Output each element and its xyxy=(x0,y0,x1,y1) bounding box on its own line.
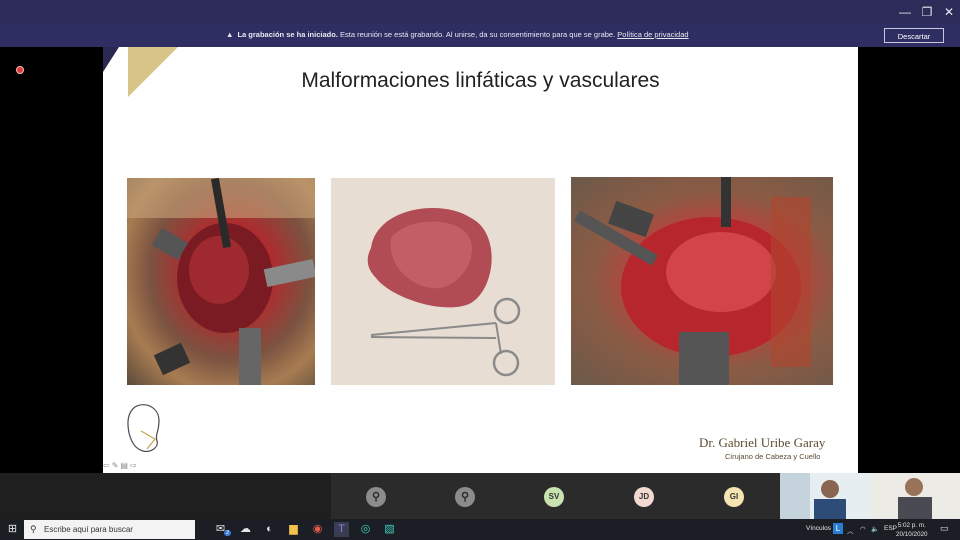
search-placeholder: Escribe aquí para buscar xyxy=(44,525,133,534)
recording-bold-text: La grabación se ha iniciado. xyxy=(237,30,338,39)
app-icon[interactable]: ◎ xyxy=(358,522,373,537)
windows-start-icon[interactable]: ⊞ xyxy=(5,522,20,537)
edge-icon[interactable]: ◐ xyxy=(262,522,277,537)
slide-nav-controls[interactable]: ⇦✎▤⇨ xyxy=(103,461,139,470)
surgery-photo-2 xyxy=(571,177,833,385)
participant-tile[interactable]: ⚲ xyxy=(331,473,420,519)
face-logo-icon xyxy=(127,404,160,452)
participant-tile[interactable]: JD xyxy=(599,473,688,519)
file-explorer-icon[interactable]: ▆ xyxy=(286,522,301,537)
recording-indicator-icon xyxy=(16,66,24,74)
video-tile-1[interactable] xyxy=(780,473,870,519)
presentation-slide: Malformaciones linfáticas y vasculares D… xyxy=(103,47,858,473)
notifications-icon[interactable]: ▭ xyxy=(940,523,949,534)
participant-tile[interactable]: GI xyxy=(689,473,778,519)
window-titlebar: — ❐ ✕ xyxy=(0,0,960,24)
surgery-photo-1 xyxy=(127,178,315,385)
volume-icon[interactable]: 🔈 xyxy=(871,525,879,533)
search-icon: ⚲ xyxy=(30,524,37,534)
dismiss-button[interactable]: Descartar xyxy=(884,28,944,43)
minimize-button[interactable]: — xyxy=(894,3,916,21)
participant-tile[interactable]: SV xyxy=(509,473,598,519)
recording-message: ▲ La grabación se ha iniciado. Esta reuni… xyxy=(226,30,689,39)
clock-time: 5:02 p. m. xyxy=(897,522,926,529)
whiteboard-icon[interactable]: ▧ xyxy=(382,522,397,537)
tray-chevron-icon[interactable]: ︿ xyxy=(847,525,854,535)
teams-icon[interactable]: T xyxy=(334,522,349,537)
author-name: Dr. Gabriel Uribe Garay xyxy=(699,435,826,450)
author-subtitle: Cirujano de Cabeza y Cuello xyxy=(725,452,821,461)
chrome-icon[interactable]: ◉ xyxy=(310,522,325,537)
slide-title: Malformaciones linfáticas y vasculares xyxy=(301,69,660,92)
video-tile-2[interactable] xyxy=(870,473,960,519)
wifi-icon[interactable]: ◠ xyxy=(860,525,866,533)
privacy-policy-link[interactable]: Política de privacidad xyxy=(617,30,688,39)
specimen-photo xyxy=(331,178,555,385)
linkedin-icon[interactable]: L xyxy=(833,523,843,534)
participant-avatar: JD xyxy=(634,487,654,507)
participant-avatar: GI xyxy=(724,487,744,507)
participant-tile[interactable]: ⚲ xyxy=(420,473,509,519)
clock-date: 20/10/2020 xyxy=(896,531,928,538)
recording-banner: ▲ La grabación se ha iniciado. Esta reuni… xyxy=(0,24,960,47)
person-icon: ⚲ xyxy=(366,487,386,507)
restore-button[interactable]: ❐ xyxy=(916,3,938,21)
close-button[interactable]: ✕ xyxy=(938,3,960,21)
recording-text: Esta reunión se está grabando. Al unirse… xyxy=(339,30,616,39)
warning-icon: ▲ xyxy=(226,30,234,39)
mail-badge: 2 xyxy=(224,530,232,536)
onedrive-icon[interactable]: ☁ xyxy=(238,522,253,537)
taskbar-search[interactable]: ⚲ Escribe aquí para buscar xyxy=(24,520,195,539)
participant-avatar: SV xyxy=(544,487,564,507)
clock[interactable]: 5:02 p. m. 20/10/2020 xyxy=(896,521,928,539)
person-icon: ⚲ xyxy=(455,487,475,507)
links-label[interactable]: Vínculos xyxy=(806,525,831,532)
